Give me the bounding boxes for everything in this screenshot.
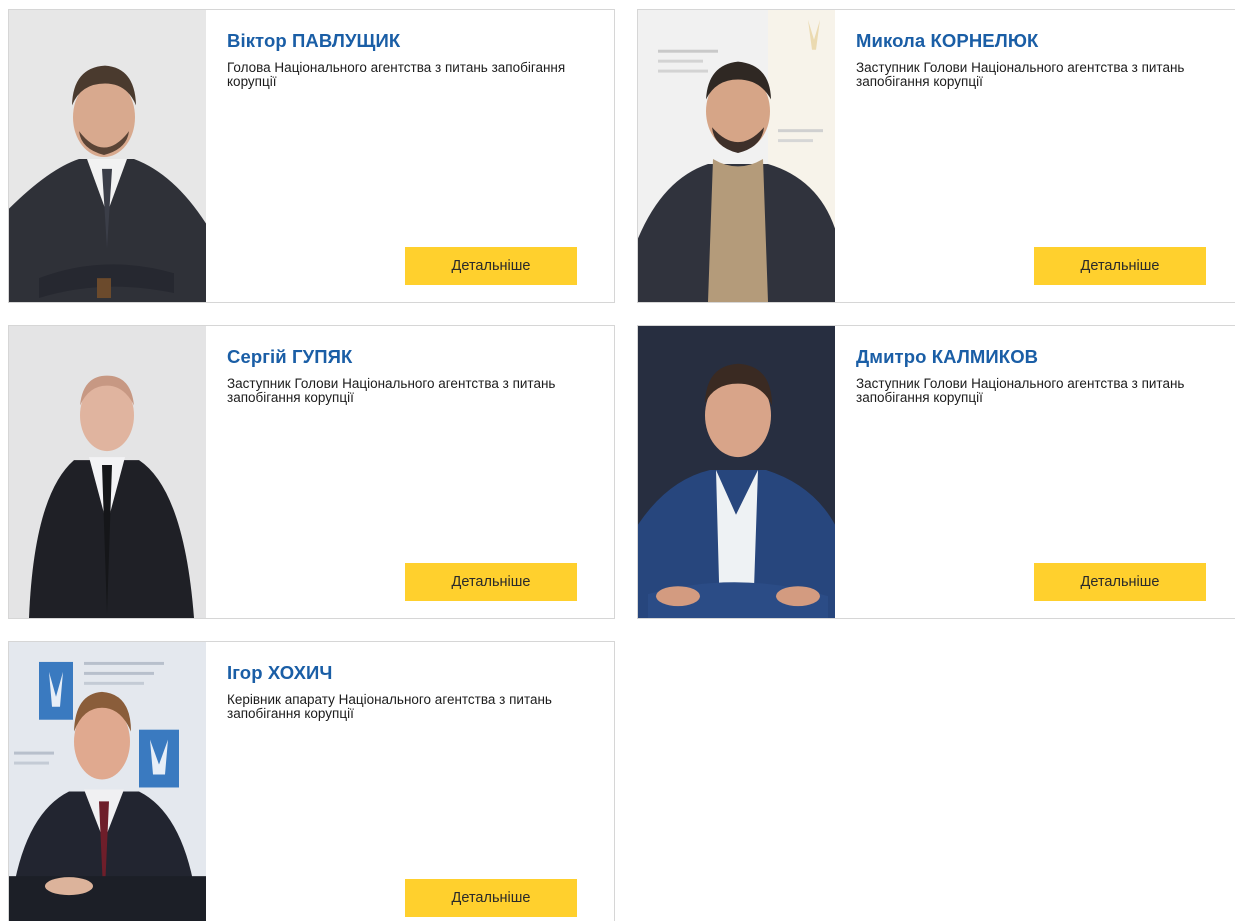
person-card: Сергій ГУПЯК Заступник Голови Національн… <box>8 325 615 619</box>
person-card: Дмитро КАЛМИКОВ Заступник Голови Націона… <box>637 325 1235 619</box>
person-position: Заступник Голови Національного агентства… <box>227 376 556 405</box>
person-card: Микола КОРНЕЛЮК Заступник Голови Націона… <box>637 9 1235 303</box>
details-button[interactable]: Детальніше <box>405 563 577 601</box>
person-photo[interactable] <box>638 10 835 302</box>
person-position: Заступник Голови Національного агентства… <box>856 60 1185 89</box>
details-button[interactable]: Детальніше <box>405 879 577 917</box>
person-position: Заступник Голови Національного агентства… <box>856 376 1185 405</box>
person-name[interactable]: Микола КОРНЕЛЮК <box>856 30 1224 52</box>
details-button[interactable]: Детальніше <box>405 247 577 285</box>
details-button[interactable]: Детальніше <box>1034 563 1206 601</box>
person-photo[interactable] <box>638 326 835 618</box>
person-photo[interactable] <box>9 10 206 302</box>
person-name[interactable]: Віктор ПАВЛУЩИК <box>227 30 602 52</box>
person-position: Голова Національного агентства з питань … <box>227 60 566 89</box>
person-card: Ігор ХОХИЧ Керівник апарату Національног… <box>8 641 615 921</box>
person-name[interactable]: Ігор ХОХИЧ <box>227 662 602 684</box>
person-photo[interactable] <box>9 326 206 618</box>
details-button[interactable]: Детальніше <box>1034 247 1206 285</box>
person-name[interactable]: Сергій ГУПЯК <box>227 346 602 368</box>
person-photo[interactable] <box>9 642 206 921</box>
person-position: Керівник апарату Національного агентства… <box>227 692 552 721</box>
person-card: Віктор ПАВЛУЩИК Голова Національного аге… <box>8 9 615 303</box>
person-name[interactable]: Дмитро КАЛМИКОВ <box>856 346 1224 368</box>
